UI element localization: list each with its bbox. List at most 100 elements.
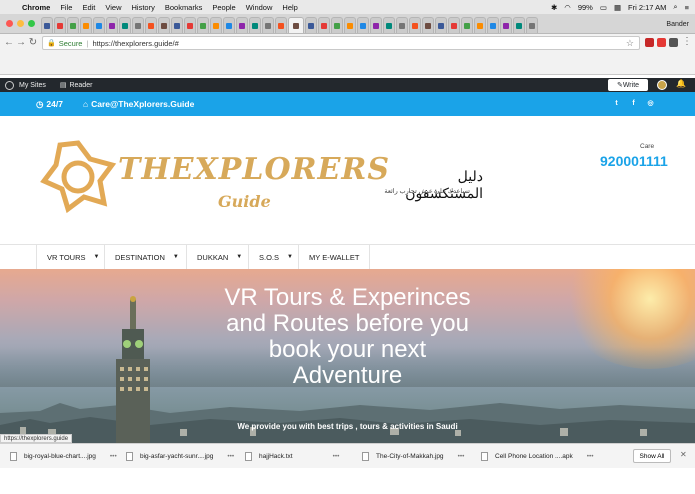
nav-item-vr-tours[interactable]: VR TOURS ▼ xyxy=(36,245,104,269)
browser-tab[interactable] xyxy=(158,17,170,33)
wifi-icon[interactable]: ◠ xyxy=(564,3,571,12)
email-link[interactable]: ⌂ Care@TheXplorers.Guide xyxy=(83,99,194,109)
browser-tab[interactable] xyxy=(487,17,499,33)
browser-tab[interactable] xyxy=(275,17,287,33)
download-item[interactable]: big-asfar-yacht-sunr....jpg ••• xyxy=(126,450,234,462)
notifications-bell-icon[interactable]: 🔔 xyxy=(676,79,686,88)
more-options-icon[interactable]: ••• xyxy=(110,453,117,460)
browser-tab[interactable] xyxy=(132,17,144,33)
browser-tab[interactable] xyxy=(171,17,183,33)
download-item[interactable]: big-royal-blue-chart....jpg ••• xyxy=(10,450,117,462)
browser-tab[interactable] xyxy=(197,17,209,33)
browser-tab[interactable] xyxy=(422,17,434,33)
facebook-icon[interactable]: f xyxy=(629,99,638,108)
more-options-icon[interactable]: ••• xyxy=(333,453,340,460)
browser-tab[interactable] xyxy=(262,17,274,33)
bookmark-star-icon[interactable]: ☆ xyxy=(626,38,634,49)
back-icon[interactable]: ← xyxy=(3,37,15,48)
nav-item-dukkan[interactable]: DUKKAN ▼ xyxy=(186,245,248,269)
menu-bookmarks[interactable]: Bookmarks xyxy=(165,3,203,12)
browser-tab[interactable] xyxy=(249,17,261,33)
menu-file[interactable]: File xyxy=(60,3,72,12)
notification-center-icon[interactable]: ≡ xyxy=(685,3,689,12)
spotlight-icon[interactable]: ⌕ xyxy=(673,2,677,12)
download-item[interactable]: The-City-of-Makkah.jpg ••• xyxy=(362,450,464,462)
logo-emblem-icon[interactable] xyxy=(38,137,118,217)
forward-icon[interactable]: → xyxy=(15,37,27,48)
browser-tab[interactable] xyxy=(184,17,196,33)
more-options-icon[interactable]: ••• xyxy=(227,453,234,460)
browser-tab[interactable] xyxy=(210,17,222,33)
chrome-menu-icon[interactable]: ⋮ xyxy=(681,36,693,47)
zoom-window-icon[interactable] xyxy=(28,20,35,27)
battery-percent[interactable]: 99% xyxy=(578,3,593,12)
browser-tab[interactable] xyxy=(41,17,53,33)
menu-app-chrome[interactable]: Chrome xyxy=(22,3,50,12)
nav-item-my-e-wallet[interactable]: MY E-WALLET xyxy=(298,245,370,269)
nav-item-sos[interactable]: S.O.S ▼ xyxy=(248,245,298,269)
menu-window[interactable]: Window xyxy=(246,3,273,12)
reader-link[interactable]: ▤ Reader xyxy=(60,81,93,90)
url-text[interactable]: https://thexplorers.guide/# xyxy=(92,39,178,48)
browser-tab[interactable] xyxy=(474,17,486,33)
browser-tab[interactable] xyxy=(435,17,447,33)
tab-active[interactable] xyxy=(288,17,304,33)
battery-icon[interactable]: ▭ xyxy=(600,3,607,12)
browser-tab[interactable] xyxy=(500,17,512,33)
my-sites-link[interactable]: My Sites xyxy=(19,82,46,89)
care-phone-number[interactable]: 920001111 xyxy=(600,153,668,169)
browser-tab[interactable] xyxy=(370,17,382,33)
browser-tab[interactable] xyxy=(331,17,343,33)
browser-tab[interactable] xyxy=(236,17,248,33)
instagram-icon[interactable]: ◎ xyxy=(646,99,655,108)
flag-icon[interactable]: ▦ xyxy=(614,3,621,12)
write-button[interactable]: ✎ Write xyxy=(608,79,648,91)
menu-people[interactable]: People xyxy=(212,3,235,12)
nav-item-destination[interactable]: DESTINATION ▼ xyxy=(104,245,186,269)
browser-tab[interactable] xyxy=(93,17,105,33)
wordpress-logo-icon[interactable] xyxy=(5,80,14,90)
logo-text[interactable]: THEXPLORERS xyxy=(118,152,390,187)
reload-icon[interactable]: ↻ xyxy=(27,37,39,48)
download-item[interactable]: Cell Phone Location ....apk ••• xyxy=(481,450,594,462)
browser-tab[interactable] xyxy=(318,17,330,33)
browser-tab[interactable] xyxy=(223,17,235,33)
browser-tab[interactable] xyxy=(461,17,473,33)
menu-view[interactable]: View xyxy=(105,3,121,12)
browser-tab[interactable] xyxy=(305,17,317,33)
browser-tab[interactable] xyxy=(54,17,66,33)
menu-help[interactable]: Help xyxy=(282,3,297,12)
browser-tab[interactable] xyxy=(383,17,395,33)
bluetooth-icon[interactable]: ✱ xyxy=(551,3,557,12)
more-options-icon[interactable]: ••• xyxy=(458,453,465,460)
close-window-icon[interactable] xyxy=(6,20,13,27)
browser-tab[interactable] xyxy=(67,17,79,33)
browser-tab[interactable] xyxy=(513,17,525,33)
address-bar[interactable]: 🔒 Secure | https://thexplorers.guide/# ☆ xyxy=(42,36,640,50)
profile-name[interactable]: Bander xyxy=(662,21,695,33)
browser-tab[interactable] xyxy=(145,17,157,33)
download-filename: The-City-of-Makkah.jpg xyxy=(376,452,444,460)
clock[interactable]: Fri 2:17 AM xyxy=(628,3,666,12)
avatar[interactable] xyxy=(657,80,667,90)
browser-tab[interactable] xyxy=(526,17,538,33)
twitter-icon[interactable]: t xyxy=(612,99,621,108)
download-item[interactable]: hajjHack.txt ••• xyxy=(245,450,339,462)
show-all-downloads-button[interactable]: Show All xyxy=(633,449,671,463)
more-options-icon[interactable]: ••• xyxy=(587,453,594,460)
menu-history[interactable]: History xyxy=(132,3,155,12)
menu-edit[interactable]: Edit xyxy=(82,3,95,12)
browser-tab[interactable] xyxy=(396,17,408,33)
browser-tab[interactable] xyxy=(80,17,92,33)
close-downloads-icon[interactable]: ✕ xyxy=(680,450,687,459)
minimize-window-icon[interactable] xyxy=(17,20,24,27)
extension-icon[interactable] xyxy=(669,38,678,47)
browser-tab[interactable] xyxy=(106,17,118,33)
browser-tab[interactable] xyxy=(357,17,369,33)
browser-tab[interactable] xyxy=(119,17,131,33)
browser-tab[interactable] xyxy=(344,17,356,33)
extension-icon[interactable] xyxy=(645,38,654,47)
browser-tab[interactable] xyxy=(448,17,460,33)
extension-icon[interactable] xyxy=(657,38,666,47)
browser-tab[interactable] xyxy=(409,17,421,33)
